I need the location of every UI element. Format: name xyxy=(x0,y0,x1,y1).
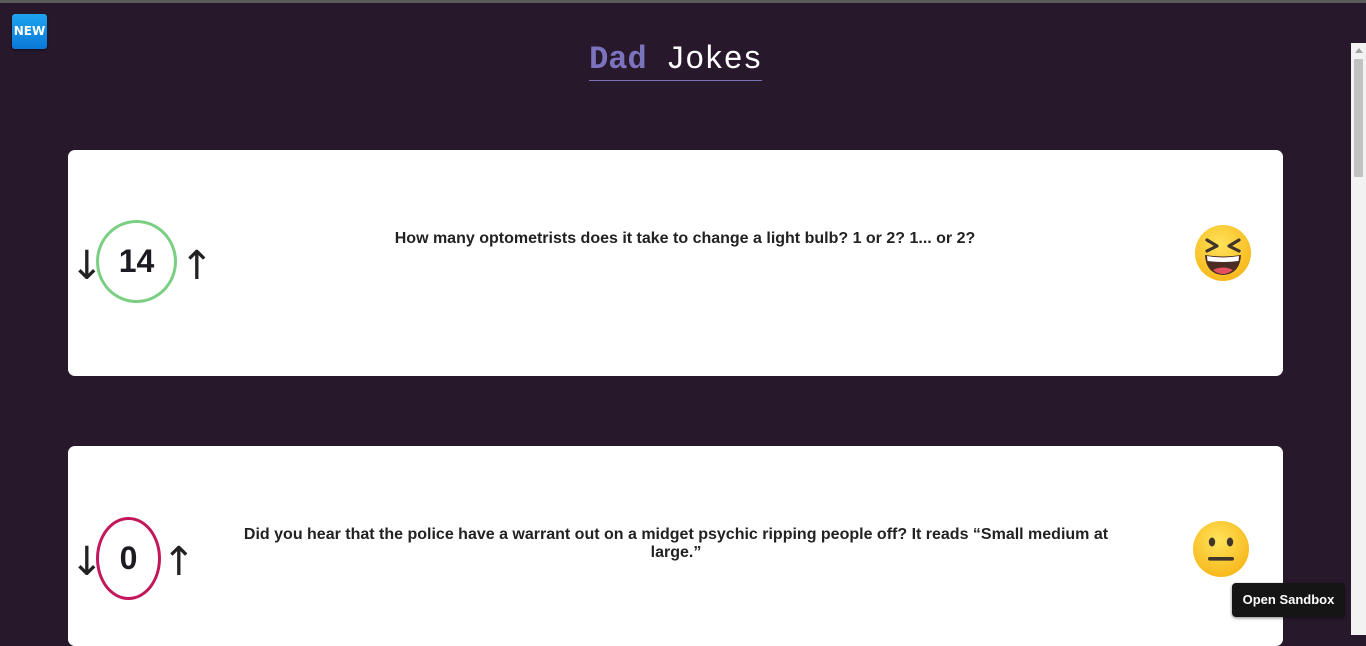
neutral-face-icon xyxy=(1193,521,1249,577)
joke-card: ↓ 0 ↑ Did you hear that the police have … xyxy=(68,446,1283,646)
upvote-arrow-icon[interactable]: ↑ xyxy=(162,542,196,582)
joke-text: Did you hear that the police have a warr… xyxy=(243,526,1109,561)
open-sandbox-button[interactable]: Open Sandbox xyxy=(1232,583,1345,617)
joke-text: How many optometrists does it take to ch… xyxy=(394,230,976,247)
vertical-scrollbar[interactable] xyxy=(1351,43,1366,635)
title-dad: Dad xyxy=(589,41,647,78)
laughing-face-icon xyxy=(1195,225,1251,281)
vote-count: 14 xyxy=(96,220,177,303)
page-title: Dad Jokes xyxy=(589,42,762,81)
new-badge[interactable]: NEW xyxy=(12,14,47,49)
title-jokes: Jokes xyxy=(665,41,762,78)
scrollbar-thumb[interactable] xyxy=(1354,59,1363,177)
top-border xyxy=(0,0,1366,3)
upvote-arrow-icon[interactable]: ↑ xyxy=(180,246,214,286)
scroll-up-arrow-icon[interactable] xyxy=(1355,48,1363,53)
joke-card: ↓ 14 ↑ How many optometrists does it tak… xyxy=(68,150,1283,376)
vote-count: 0 xyxy=(96,517,161,600)
